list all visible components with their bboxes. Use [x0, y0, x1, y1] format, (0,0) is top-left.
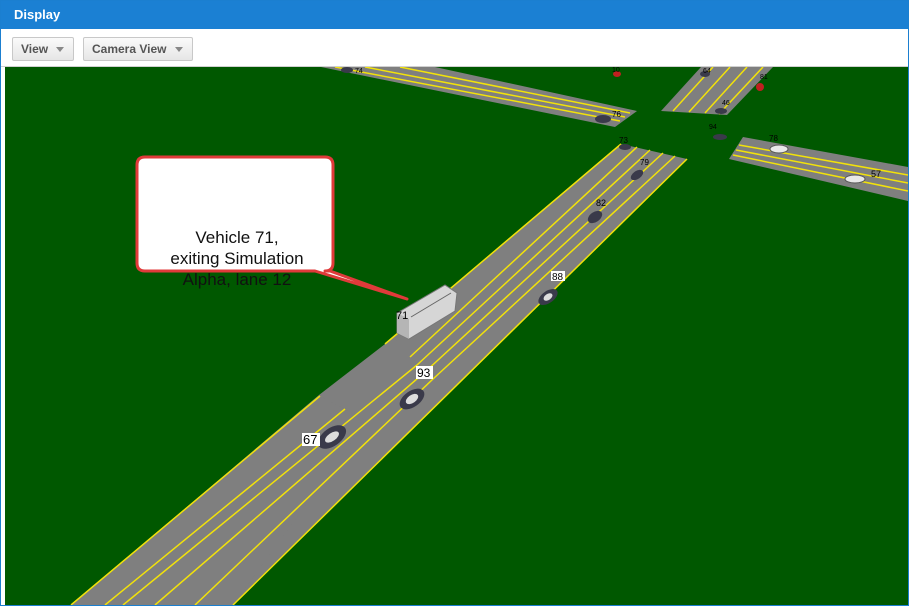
callout-line-1: Vehicle 71,: [195, 228, 279, 247]
callout-text: Vehicle 71, exiting Simulation Alpha, la…: [143, 227, 331, 290]
vehicle-label: 46: [722, 100, 730, 107]
road-top-right: [661, 67, 773, 115]
camera-view-menu-label: Camera View: [92, 42, 167, 56]
vehicle-label: 76: [612, 110, 621, 119]
vehicle-car[interactable]: [756, 83, 764, 91]
window-title: Display: [1, 1, 908, 29]
scene-canvas: 71 93 67 88 82 79 73 76 78 57 46 94 64 8…: [70, 67, 908, 605]
vehicle-label: 88: [552, 272, 564, 283]
road-right: [729, 137, 908, 201]
vehicle-label: 93: [417, 366, 431, 380]
toolbar: View Camera View: [1, 29, 908, 67]
callout-line-3: Alpha, lane 12: [182, 270, 292, 289]
vehicle-label: 94: [709, 124, 717, 131]
callout-line-2: exiting Simulation: [170, 249, 304, 268]
display-window: Display View Camera View 71 93 67 88 82 …: [0, 0, 909, 606]
vehicle-car[interactable]: [769, 144, 789, 154]
vehicle-car[interactable]: [715, 108, 727, 114]
chevron-down-icon: [56, 47, 65, 53]
vehicle-label: 81: [760, 74, 768, 81]
vehicle-label: 10: [612, 67, 620, 74]
vehicle-label: 67: [303, 432, 317, 447]
vehicle-label: 71: [396, 310, 408, 322]
view-menu-button[interactable]: View: [12, 37, 74, 61]
camera-view-menu-button[interactable]: Camera View: [83, 37, 193, 61]
vehicle-label: 78: [769, 134, 778, 143]
vehicle-label: 57: [871, 169, 881, 179]
chevron-down-icon: [174, 47, 183, 53]
vehicle-label: 74: [355, 68, 363, 75]
vehicle-label: 64: [703, 68, 711, 75]
vehicle-car[interactable]: [844, 174, 866, 184]
vehicle-label: 79: [640, 158, 649, 167]
view-menu-label: View: [21, 42, 49, 56]
simulation-viewport[interactable]: 71 93 67 88 82 79 73 76 78 57 46 94 64 8…: [5, 67, 908, 605]
vehicle-label: 73: [619, 136, 628, 145]
vehicle-car[interactable]: [595, 115, 611, 123]
vehicle-car[interactable]: [341, 67, 353, 73]
road-top-left: [321, 67, 637, 127]
vehicle-car[interactable]: [713, 134, 727, 140]
vehicle-label: 82: [596, 198, 606, 208]
